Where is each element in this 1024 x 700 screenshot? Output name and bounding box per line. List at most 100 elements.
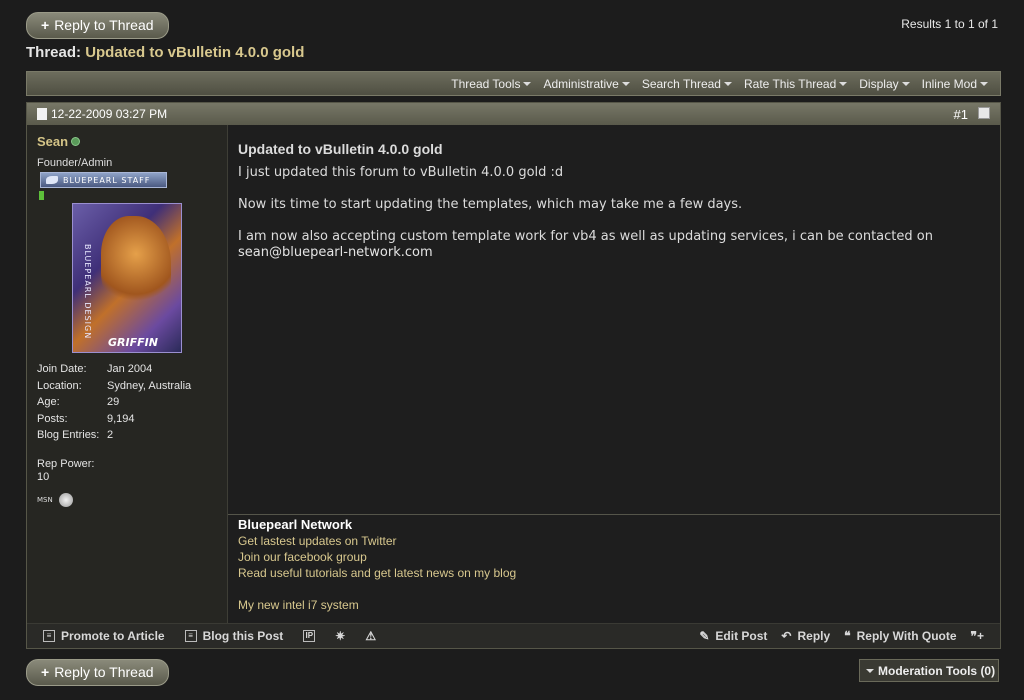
stat-key: Location: [37,379,82,392]
reply-button[interactable]: ↶ Reply [781,629,830,643]
stat-value: 29 [107,396,120,408]
stat-key: Posts: [37,412,68,425]
thread-tools-menu[interactable]: Thread Tools [445,77,537,91]
rep-power-label: Rep Power: [37,457,95,470]
stat-value[interactable]: 2 [107,429,113,446]
search-thread-menu[interactable]: Search Thread [636,77,738,91]
stat-key: Age: [37,396,60,408]
plus-icon: + [41,664,50,680]
avatar-vertical-text: BLUEPEARL DESIGN [83,244,92,340]
signature: Bluepearl Network Get lastest updates on… [228,514,1000,623]
blog-label: Blog this Post [202,629,284,643]
stat-value: 9,194 [107,412,135,425]
administrative-label: Administrative [543,76,619,91]
administrative-menu[interactable]: Administrative [537,77,635,91]
post-paragraph: Now its time to start updating the templ… [238,197,743,212]
post: 12-22-2009 03:27 PM #1 Sean Founder/Admi… [26,102,1001,649]
avatar[interactable]: BLUEPEARL DESIGN GRIFFIN [72,203,182,353]
reply-to-thread-label: Reply to Thread [54,17,154,33]
reply-arrow-icon: ↶ [781,629,792,643]
post-paragraph-text: I am now also accepting custom template … [238,229,933,244]
stat-row: Join Date: Jan 2004 [37,363,217,380]
user-stats: Join Date: Jan 2004 Location: Sydney, Aust… [37,363,217,446]
thread-title: Thread: Updated to vBulletin 4.0.0 gold [26,44,304,61]
inline-mod-checkbox[interactable] [978,107,990,119]
post-content: Updated to vBulletin 4.0.0 gold I just u… [228,125,1000,514]
user-info-panel: Sean Founder/Admin BLUEPEARL STAFF BLUEP… [27,125,228,623]
thread-tools-label: Thread Tools [451,76,521,91]
signature-link-system[interactable]: My new intel i7 system [238,597,990,613]
signature-link-facebook[interactable]: Join our facebook group [238,549,990,565]
dragon-image [101,216,171,311]
username: Sean [37,134,69,149]
reputation-button[interactable]: ✷ [335,629,345,643]
ip-button[interactable]: IP [303,630,316,642]
edit-post-label: Edit Post [715,629,768,643]
inline-mod-menu[interactable]: Inline Mod [916,77,994,91]
ip-icon: IP [303,630,316,642]
stat-key: Join Date: [37,363,87,375]
article-icon: ≡ [43,630,55,642]
rep-power: Rep Power: 10 [37,458,217,484]
staff-badge-label: BLUEPEARL STAFF [63,175,151,185]
multi-quote-button[interactable]: ❞+ [971,629,984,643]
plus-icon: + [41,17,50,33]
rate-thread-menu[interactable]: Rate This Thread [738,77,853,91]
blog-this-post-button[interactable]: ≡ Blog this Post [184,629,284,643]
search-thread-label: Search Thread [641,76,721,91]
document-icon [37,108,47,120]
rep-power-value: 10 [37,470,50,483]
staff-badge: BLUEPEARL STAFF [40,172,167,188]
pencil-icon: ✎ [699,629,710,643]
reply-to-thread-button-bottom[interactable]: + Reply to Thread [26,659,169,686]
stat-row: Blog Entries: 2 [37,429,217,446]
caret-down-icon [901,81,910,86]
signature-spacer [238,581,990,597]
display-menu[interactable]: Display [853,77,915,91]
rate-thread-label: Rate This Thread [743,76,837,91]
signature-link-blog[interactable]: Read useful tutorials and get latest new… [238,565,990,581]
caret-down-icon [839,81,848,86]
signature-link-twitter[interactable]: Get lastest updates on Twitter [238,533,990,549]
reply-with-quote-label: Reply With Quote [856,629,957,643]
edit-post-button[interactable]: ✎ Edit Post [699,629,767,643]
post-body: I just updated this forum to vBulletin 4… [238,165,990,261]
post-paragraph: I just updated this forum to vBulletin 4… [238,165,564,180]
user-title: Founder/Admin [37,157,113,169]
stat-row: Location: Sydney, Australia [37,380,217,397]
im-icons: MSN [37,492,217,507]
post-paragraph: I am now also accepting custom template … [238,229,990,261]
post-header: 12-22-2009 03:27 PM #1 [27,103,1000,125]
reply-with-quote-button[interactable]: ❝ Reply With Quote [844,629,956,643]
caret-down-icon [621,81,630,86]
avatar-logo: GRIFFIN [108,336,158,349]
reply-to-thread-button[interactable]: + Reply to Thread [26,12,169,39]
stat-row: Age: 29 [37,396,217,413]
thread-name: Updated to vBulletin 4.0.0 gold [85,44,305,61]
quote-icon: ❝ [844,629,851,643]
promote-to-article-button[interactable]: ≡ Promote to Article [43,629,165,643]
thread-prefix: Thread: [26,44,82,61]
email-link[interactable]: sean@bluepearl-network.com [238,245,433,260]
reply-to-thread-label: Reply to Thread [54,664,154,680]
caret-down-icon [723,81,732,86]
report-button[interactable]: ⚠ [365,629,376,643]
stat-value: Jan 2004 [107,363,153,375]
multi-quote-icon: ❞+ [970,629,984,643]
inline-mod-label: Inline Mod [921,76,977,91]
promote-label: Promote to Article [61,629,165,643]
online-status-icon [71,137,81,146]
post-footer-actions: ✎ Edit Post ↶ Reply ❝ Reply With Quote ❞… [685,629,1000,643]
warning-icon: ⚠ [365,629,377,643]
msn-icon[interactable]: MSN [37,496,53,504]
reply-label: Reply [797,629,831,643]
star-icon: ✷ [335,629,346,643]
username-link[interactable]: Sean [37,134,217,149]
results-count: Results 1 to 1 of 1 [901,17,998,31]
post-title: Updated to vBulletin 4.0.0 gold [238,141,443,157]
post-number-link[interactable]: #1 [954,107,968,122]
thread-toolbar: Thread Tools Administrative Search Threa… [26,71,1001,96]
post-date: 12-22-2009 03:27 PM [51,107,168,121]
im-settings-icon[interactable] [58,492,73,507]
moderation-tools-button[interactable]: Moderation Tools (0) [859,659,999,682]
